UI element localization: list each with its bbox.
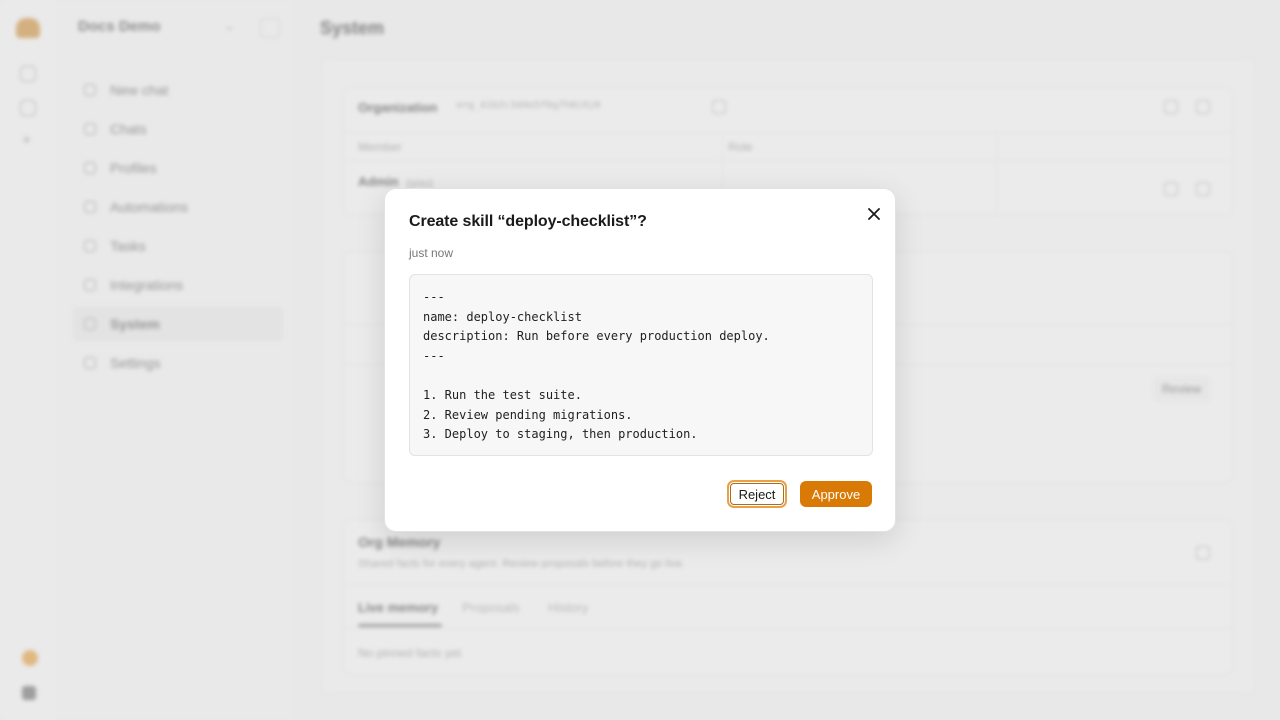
close-icon (868, 208, 880, 220)
skill-definition-code: --- name: deploy-checklist description: … (409, 274, 873, 456)
dialog-timestamp: just now (409, 246, 454, 260)
reject-button[interactable]: Reject (727, 480, 787, 508)
close-button[interactable] (863, 203, 885, 225)
approve-button[interactable]: Approve (800, 481, 872, 507)
create-skill-dialog: Create skill “deploy-checklist”? just no… (384, 188, 896, 532)
dialog-title: Create skill “deploy-checklist”? (409, 213, 647, 230)
